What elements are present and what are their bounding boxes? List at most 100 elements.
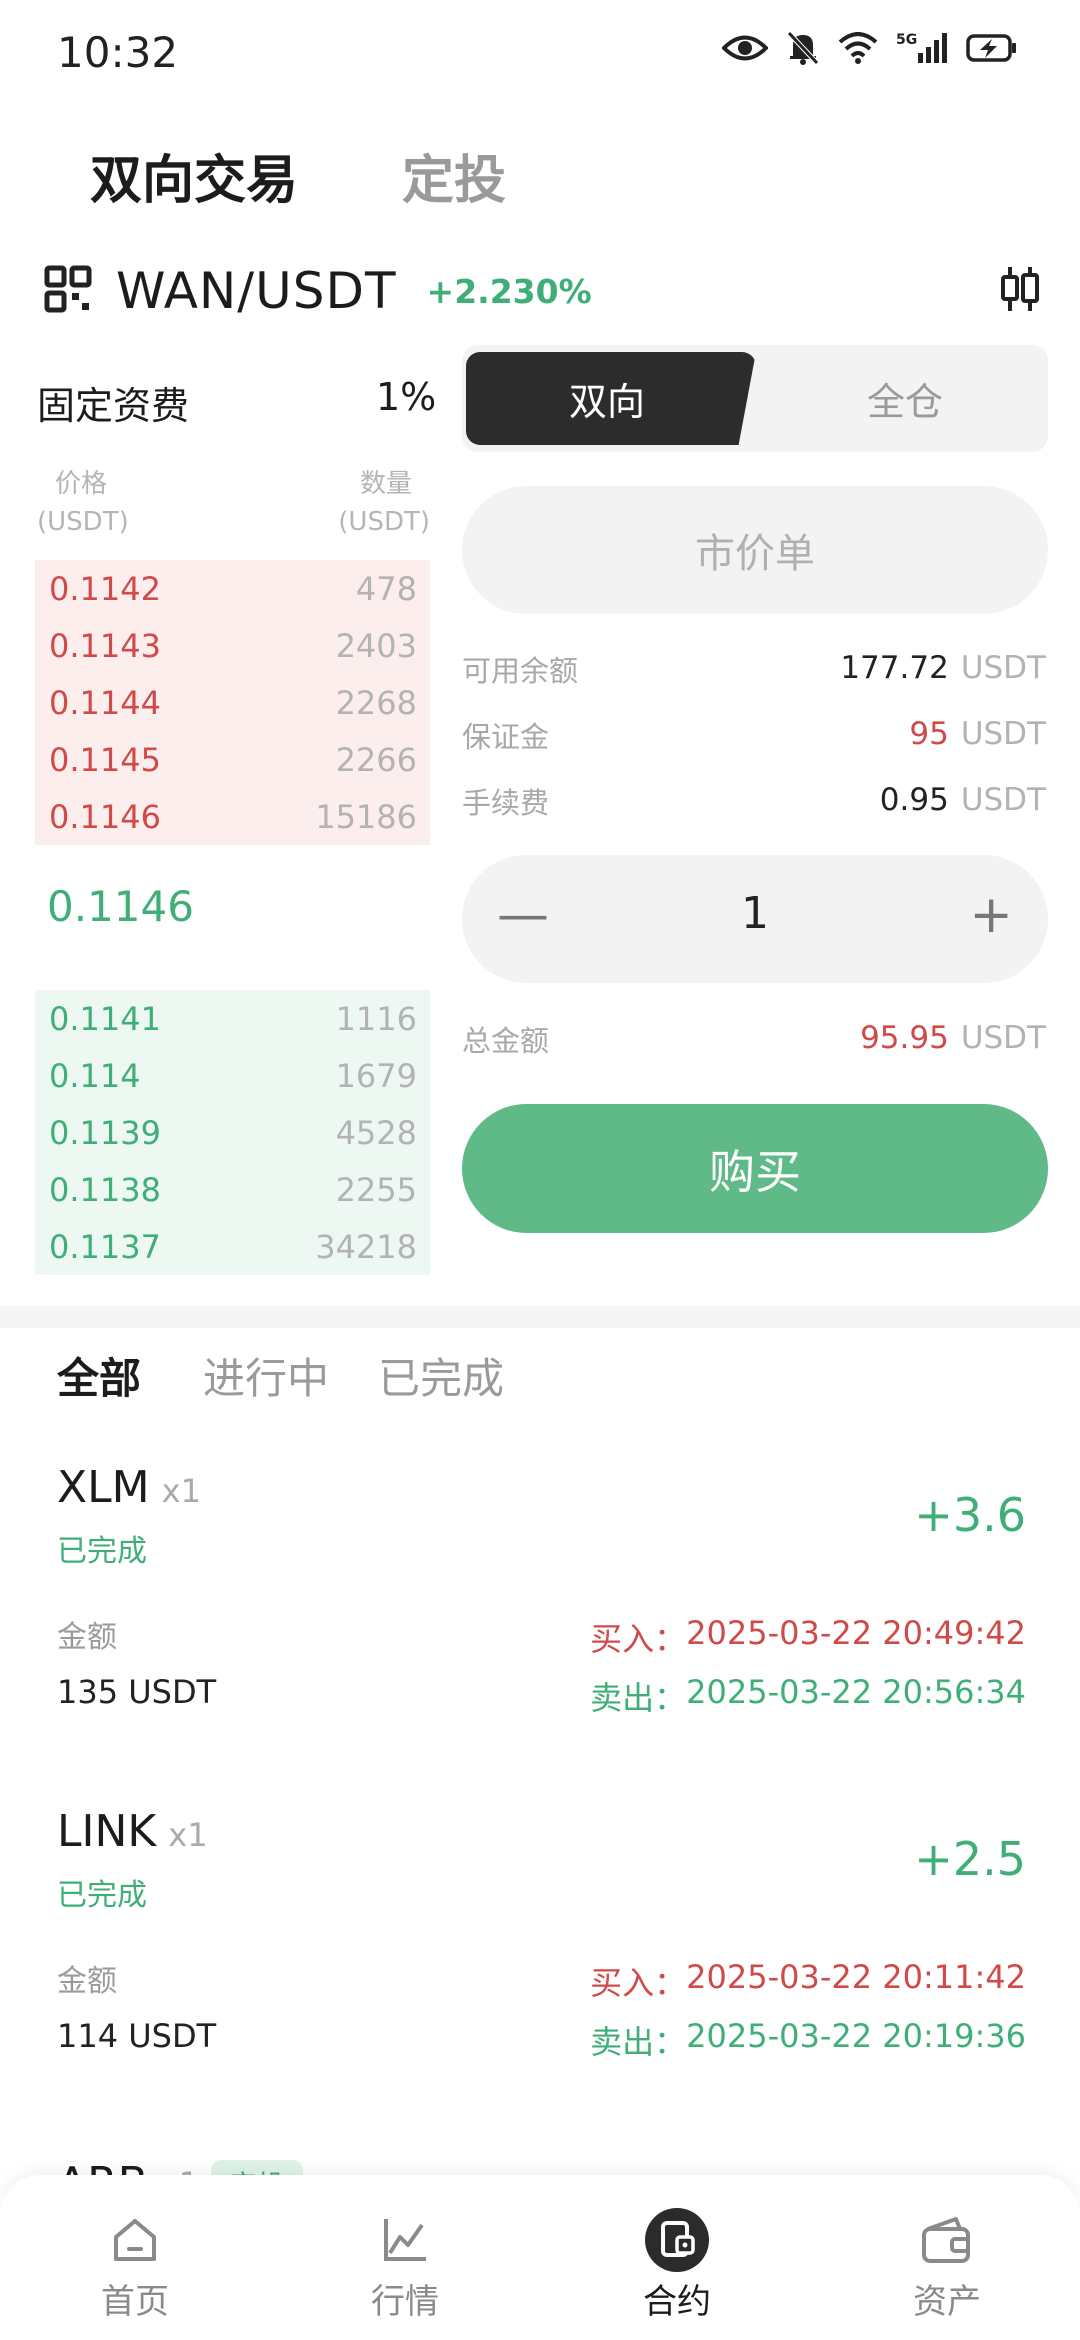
record-buy-time: 买入： 2025-03-22 20:11:42: [590, 1958, 1026, 2004]
qty-header-label: 数量: [359, 469, 412, 499]
mode-two-way-button[interactable]: 双向: [466, 352, 748, 445]
orderbook-qty-header: 数量 (USDT): [330, 465, 430, 541]
ask-qty: 2403: [335, 626, 417, 665]
home-icon: [45, 2210, 225, 2270]
record-symbol[interactable]: XLM x1: [57, 1462, 201, 1513]
tab-in-progress[interactable]: 进行中: [203, 1345, 329, 1406]
nav-assets-label: 资产: [913, 2282, 981, 2322]
total: 95.95 USDT: [860, 1020, 1046, 1056]
fee-label: 手续费: [462, 786, 550, 820]
ask-price: 0.1145: [49, 740, 161, 779]
trade-fee-value: 0.95: [879, 782, 949, 818]
wallet-icon: [857, 2210, 1037, 2270]
bid-qty: 1679: [335, 1056, 417, 1095]
menu-grid-icon[interactable]: [44, 265, 92, 317]
increment-button[interactable]: +: [969, 885, 1013, 945]
mute-bell-icon: [786, 30, 820, 66]
sell-time-value: 2025-03-22 20:19:36: [686, 2017, 1026, 2055]
ask-row[interactable]: 0.1142 478: [35, 560, 430, 617]
order-type-selector[interactable]: 市价单: [462, 486, 1048, 614]
nav-assets[interactable]: 资产: [857, 2210, 1037, 2323]
tab-auto-invest[interactable]: 定投: [402, 138, 506, 213]
record-symbol-name: LINK: [57, 1806, 157, 1857]
section-divider: [0, 1306, 1080, 1328]
price-unit-label: (USDT): [37, 507, 129, 537]
margin-value: 95: [909, 716, 949, 752]
orderbook-bids: 0.1141 1116 0.114 1679 0.1139 4528 0.113…: [35, 990, 430, 1275]
bid-qty: 4528: [335, 1113, 417, 1152]
candlestick-icon[interactable]: [1000, 265, 1040, 317]
status-time: 10:32: [57, 28, 179, 77]
record-amount: 135 USDT: [57, 1673, 217, 1711]
available-balance: 177.72 USDT: [840, 650, 1046, 686]
quantity-value[interactable]: 1: [462, 888, 1048, 939]
ask-row[interactable]: 0.1145 2266: [35, 731, 430, 788]
record-symbol[interactable]: LINK x1: [57, 1806, 208, 1857]
bid-row[interactable]: 0.114 1679: [35, 1047, 430, 1104]
record-sell-time: 卖出： 2025-03-22 20:19:36: [590, 2017, 1026, 2063]
nav-contract[interactable]: 合约: [587, 2208, 767, 2323]
nav-home[interactable]: 首页: [45, 2210, 225, 2323]
record-pnl: +3.6: [914, 1488, 1026, 1542]
available-balance-label: 可用余额: [462, 654, 579, 688]
record-buy-time: 买入： 2025-03-22 20:49:42: [590, 1614, 1026, 1660]
total-label: 总金额: [462, 1024, 550, 1058]
mode-cross-button[interactable]: 全仓: [762, 352, 1048, 445]
wifi-icon: [838, 32, 878, 64]
qty-unit-label: (USDT): [338, 507, 430, 537]
sell-time-label: 卖出：: [590, 2023, 687, 2061]
bid-row[interactable]: 0.1137 34218: [35, 1218, 430, 1275]
bid-qty: 2255: [335, 1170, 417, 1209]
bid-price: 0.114: [49, 1056, 141, 1095]
status-icons: 5G: [722, 30, 1018, 66]
record-amount-label: 金额: [57, 1620, 117, 1655]
buy-button[interactable]: 购买: [462, 1104, 1048, 1233]
price-header-label: 价格: [55, 469, 108, 499]
chart-icon: [315, 2210, 495, 2270]
pair-selector[interactable]: WAN/USDT +2.230%: [44, 262, 592, 320]
nav-contract-label: 合约: [643, 2282, 711, 2322]
last-price: 0.1146: [47, 882, 194, 931]
sell-time-label: 卖出：: [590, 1679, 687, 1717]
bid-price: 0.1138: [49, 1170, 161, 1209]
nav-market-label: 行情: [371, 2282, 439, 2322]
battery-charging-icon: [966, 33, 1018, 63]
buy-time-value: 2025-03-22 20:49:42: [686, 1614, 1026, 1652]
bid-qty: 34218: [315, 1227, 417, 1266]
buy-time-label: 买入：: [590, 1964, 687, 2002]
bid-row[interactable]: 0.1139 4528: [35, 1104, 430, 1161]
tab-two-way-trading[interactable]: 双向交易: [90, 138, 298, 213]
record-status: 已完成: [57, 1878, 147, 1913]
record-amount: 114 USDT: [57, 2017, 217, 2055]
bid-price: 0.1139: [49, 1113, 161, 1152]
sell-time-value: 2025-03-22 20:56:34: [686, 1673, 1026, 1711]
pair-change: +2.230%: [426, 271, 592, 311]
ask-row[interactable]: 0.1144 2268: [35, 674, 430, 731]
bid-row[interactable]: 0.1141 1116: [35, 990, 430, 1047]
margin: 95 USDT: [909, 716, 1046, 752]
record-sell-time: 卖出： 2025-03-22 20:56:34: [590, 1673, 1026, 1719]
record-pnl: +2.5: [914, 1832, 1026, 1886]
bid-qty: 1116: [335, 999, 417, 1038]
ask-qty: 478: [355, 569, 417, 608]
trade-fee: 0.95 USDT: [880, 782, 1046, 818]
buy-time-label: 买入：: [590, 1620, 687, 1658]
available-balance-unit: USDT: [960, 650, 1046, 686]
ask-row[interactable]: 0.1146 15186: [35, 788, 430, 845]
ask-price: 0.1146: [49, 797, 161, 836]
record-amount-label: 金额: [57, 1964, 117, 1999]
margin-label: 保证金: [462, 720, 550, 754]
nav-market[interactable]: 行情: [315, 2210, 495, 2323]
total-unit: USDT: [960, 1020, 1046, 1056]
eye-icon: [722, 33, 768, 63]
quantity-stepper: — 1 +: [462, 855, 1048, 983]
svg-text:5G: 5G: [896, 32, 917, 48]
bid-row[interactable]: 0.1138 2255: [35, 1161, 430, 1218]
tab-all[interactable]: 全部: [57, 1345, 141, 1406]
tab-completed[interactable]: 已完成: [378, 1345, 504, 1406]
record-leverage: x1: [168, 1816, 208, 1854]
ask-price: 0.1144: [49, 683, 161, 722]
ask-price: 0.1143: [49, 626, 161, 665]
ask-row[interactable]: 0.1143 2403: [35, 617, 430, 674]
ask-qty: 15186: [315, 797, 417, 836]
